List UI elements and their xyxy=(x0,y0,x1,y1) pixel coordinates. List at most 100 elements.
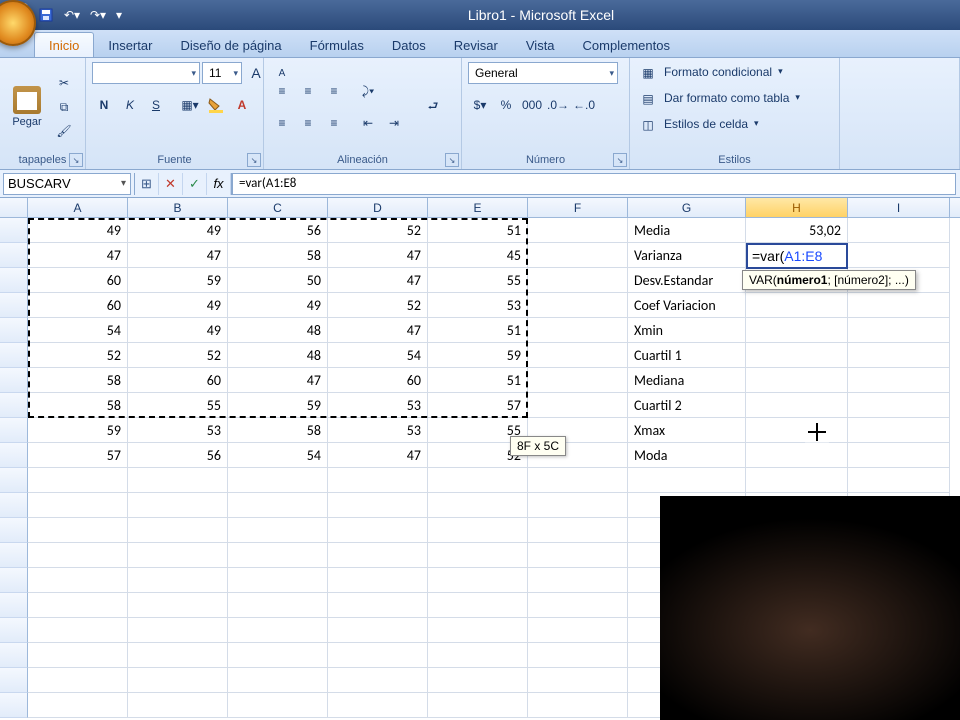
cell[interactable] xyxy=(328,468,428,493)
cell[interactable] xyxy=(746,318,848,343)
cell[interactable] xyxy=(228,568,328,593)
row-header[interactable] xyxy=(0,518,28,543)
cell[interactable] xyxy=(328,493,428,518)
cell[interactable] xyxy=(128,643,228,668)
bold-icon[interactable]: N xyxy=(92,94,116,116)
copy-icon[interactable]: ⧉ xyxy=(52,96,76,118)
cell[interactable] xyxy=(528,493,628,518)
cell[interactable] xyxy=(848,368,950,393)
cell[interactable] xyxy=(528,243,628,268)
increase-indent-icon[interactable]: ⇥ xyxy=(382,112,406,134)
cell[interactable] xyxy=(28,468,128,493)
col-header-A[interactable]: A xyxy=(28,198,128,217)
cell[interactable] xyxy=(848,418,950,443)
cell[interactable]: 59 xyxy=(228,393,328,418)
col-header-E[interactable]: E xyxy=(428,198,528,217)
increase-decimal-icon[interactable]: .0→ xyxy=(546,94,570,116)
active-cell-editor[interactable]: =var(A1:E8 xyxy=(746,243,848,269)
row-header[interactable] xyxy=(0,543,28,568)
cell[interactable] xyxy=(28,518,128,543)
number-format-combo[interactable]: General xyxy=(468,62,618,84)
cell[interactable]: 49 xyxy=(28,218,128,243)
cell[interactable]: 59 xyxy=(428,343,528,368)
cell[interactable] xyxy=(128,493,228,518)
cell[interactable]: 59 xyxy=(28,418,128,443)
cell[interactable] xyxy=(128,668,228,693)
col-header-D[interactable]: D xyxy=(328,198,428,217)
cell[interactable]: 54 xyxy=(228,443,328,468)
save-icon[interactable] xyxy=(34,4,58,26)
fx-icon[interactable]: fx xyxy=(207,173,231,195)
cell[interactable]: 52 xyxy=(28,343,128,368)
tab-datos[interactable]: Datos xyxy=(378,33,440,57)
undo-icon[interactable]: ↶▾ xyxy=(60,4,84,26)
cell[interactable]: 48 xyxy=(228,318,328,343)
cell[interactable] xyxy=(228,468,328,493)
row-header[interactable] xyxy=(0,568,28,593)
cell[interactable] xyxy=(746,443,848,468)
tab-vista[interactable]: Vista xyxy=(512,33,569,57)
cell[interactable] xyxy=(848,443,950,468)
row-header[interactable] xyxy=(0,468,28,493)
cell[interactable] xyxy=(328,618,428,643)
cell[interactable] xyxy=(746,393,848,418)
align-center-icon[interactable]: ≡ xyxy=(296,112,320,134)
cell[interactable] xyxy=(848,343,950,368)
select-all-corner[interactable] xyxy=(0,198,28,217)
cell[interactable]: 49 xyxy=(228,293,328,318)
cell[interactable]: 53 xyxy=(328,418,428,443)
cell[interactable] xyxy=(746,368,848,393)
align-bottom-icon[interactable]: ≡ xyxy=(322,80,346,102)
cell[interactable] xyxy=(746,468,848,493)
tab-inicio[interactable]: Inicio xyxy=(34,32,94,57)
cell[interactable]: 57 xyxy=(428,393,528,418)
row-header[interactable] xyxy=(0,668,28,693)
cell[interactable] xyxy=(328,668,428,693)
tab-revisar[interactable]: Revisar xyxy=(440,33,512,57)
cell[interactable] xyxy=(28,643,128,668)
cell[interactable]: 54 xyxy=(28,318,128,343)
enter-icon[interactable]: ✓ xyxy=(183,173,207,195)
row-header[interactable] xyxy=(0,693,28,718)
cell[interactable] xyxy=(528,643,628,668)
cell[interactable]: Mediana xyxy=(628,368,746,393)
cell[interactable]: 49 xyxy=(128,218,228,243)
formula-input[interactable]: =var(A1:E8 xyxy=(232,173,956,195)
cell[interactable] xyxy=(228,518,328,543)
alignment-dialog-launcher[interactable]: ↘ xyxy=(445,153,459,167)
cancel-icon[interactable]: ✕ xyxy=(159,173,183,195)
cell[interactable] xyxy=(328,643,428,668)
cut-icon[interactable]: ✂ xyxy=(52,72,76,94)
decrease-decimal-icon[interactable]: ←.0 xyxy=(572,94,596,116)
col-header-B[interactable]: B xyxy=(128,198,228,217)
cell[interactable] xyxy=(28,693,128,718)
currency-icon[interactable]: $▾ xyxy=(468,94,492,116)
row-header[interactable] xyxy=(0,393,28,418)
cell[interactable]: 55 xyxy=(428,268,528,293)
cell[interactable] xyxy=(848,293,950,318)
cell[interactable] xyxy=(528,693,628,718)
percent-icon[interactable]: % xyxy=(494,94,518,116)
row-header[interactable] xyxy=(0,493,28,518)
cell[interactable] xyxy=(528,268,628,293)
cell[interactable]: 53,02 xyxy=(746,218,848,243)
cell[interactable]: 47 xyxy=(328,443,428,468)
cell[interactable]: 58 xyxy=(28,368,128,393)
fill-color-icon[interactable] xyxy=(204,94,228,116)
cell[interactable] xyxy=(228,668,328,693)
cell[interactable]: 55 xyxy=(128,393,228,418)
cell[interactable] xyxy=(328,518,428,543)
decrease-indent-icon[interactable]: ⇤ xyxy=(356,112,380,134)
cell[interactable]: 60 xyxy=(28,268,128,293)
clipboard-dialog-launcher[interactable]: ↘ xyxy=(69,153,83,167)
orientation-icon[interactable]: ⤸▾ xyxy=(356,80,380,102)
range-selector-icon[interactable]: ⊞ xyxy=(135,173,159,195)
conditional-formatting-button[interactable]: ▦Formato condicional▾ xyxy=(636,62,785,84)
cell[interactable] xyxy=(28,493,128,518)
cell[interactable]: 50 xyxy=(228,268,328,293)
cell[interactable] xyxy=(528,343,628,368)
col-header-I[interactable]: I xyxy=(848,198,950,217)
row-header[interactable] xyxy=(0,443,28,468)
cell[interactable]: 60 xyxy=(28,293,128,318)
function-syntax-tooltip[interactable]: VAR(número1; [número2]; ...) xyxy=(742,270,916,290)
